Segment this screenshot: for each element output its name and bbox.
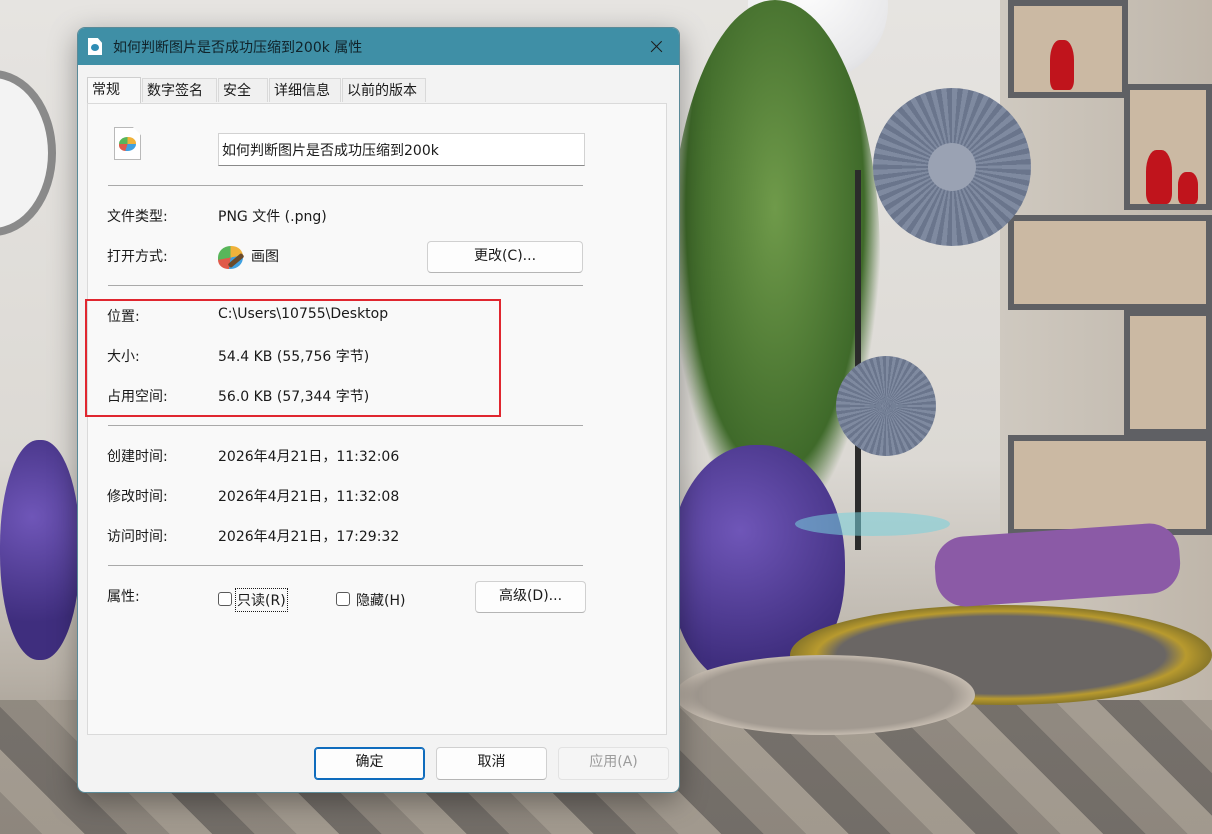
divider	[108, 285, 583, 286]
ok-button[interactable]: 确定	[314, 747, 425, 780]
created-label: 创建时间:	[107, 449, 168, 465]
attributes-label: 属性:	[107, 589, 140, 605]
window-title: 如何判断图片是否成功压缩到200k 属性	[113, 40, 363, 56]
divider	[108, 185, 583, 186]
vase-decoration	[1050, 40, 1074, 90]
hidden-label[interactable]: 隐藏(H)	[356, 590, 405, 610]
cancel-button[interactable]: 取消	[436, 747, 547, 780]
paint-palette-icon	[119, 137, 136, 151]
modified-value: 2026年4月21日，11:32:08	[218, 489, 400, 505]
shelf-decoration	[1124, 310, 1212, 435]
file-type-label: 文件类型:	[107, 209, 168, 225]
sofa-decoration	[0, 440, 80, 660]
change-button[interactable]: 更改(C)...	[427, 241, 583, 273]
open-with-app: 画图	[251, 249, 279, 265]
png-image-file-icon	[114, 127, 141, 160]
shelf-decoration	[1008, 215, 1212, 310]
divider	[108, 425, 583, 426]
accessed-value: 2026年4月21日，17:29:32	[218, 529, 400, 545]
plant-decoration	[670, 0, 880, 520]
accessed-label: 访问时间:	[107, 529, 168, 545]
tab-security[interactable]: 安全	[218, 78, 268, 102]
file-name-input[interactable]	[218, 133, 585, 166]
apply-button[interactable]: 应用(A)	[558, 747, 669, 780]
tab-details[interactable]: 详细信息	[269, 78, 341, 102]
modified-label: 修改时间:	[107, 489, 168, 505]
vase-decoration	[1178, 172, 1198, 204]
paint-app-icon	[218, 246, 243, 269]
shelf-decoration	[1008, 435, 1212, 535]
fan-lamp-hub-decoration	[928, 143, 976, 191]
close-icon[interactable]	[638, 32, 674, 61]
file-icon	[88, 38, 102, 55]
advanced-button[interactable]: 高级(D)...	[475, 581, 586, 613]
tab-previous-versions[interactable]: 以前的版本	[342, 78, 426, 102]
created-value: 2026年4月21日，11:32:06	[218, 449, 400, 465]
side-table-decoration	[675, 655, 975, 735]
divider	[108, 565, 583, 566]
tab-digital-signatures[interactable]: 数字签名	[142, 78, 217, 102]
file-type-value: PNG 文件 (.png)	[218, 209, 327, 225]
glass-table-decoration	[795, 512, 950, 536]
highlight-annotation-box	[85, 299, 501, 417]
open-with-label: 打开方式:	[107, 249, 168, 265]
title-bar[interactable]: 如何判断图片是否成功压缩到200k 属性	[78, 28, 679, 65]
readonly-checkbox[interactable]	[218, 592, 232, 606]
tab-general[interactable]: 常规	[87, 77, 141, 103]
readonly-label[interactable]: 只读(R)	[235, 588, 288, 612]
general-tab-panel: 文件类型: PNG 文件 (.png) 打开方式: 画图 更改(C)... 位置…	[87, 103, 667, 735]
vase-decoration	[1146, 150, 1172, 204]
lamp-pole-decoration	[855, 170, 861, 550]
wall-clock-decoration	[0, 70, 56, 236]
fan-lamp-decoration	[836, 356, 936, 456]
hidden-checkbox[interactable]	[336, 592, 350, 606]
